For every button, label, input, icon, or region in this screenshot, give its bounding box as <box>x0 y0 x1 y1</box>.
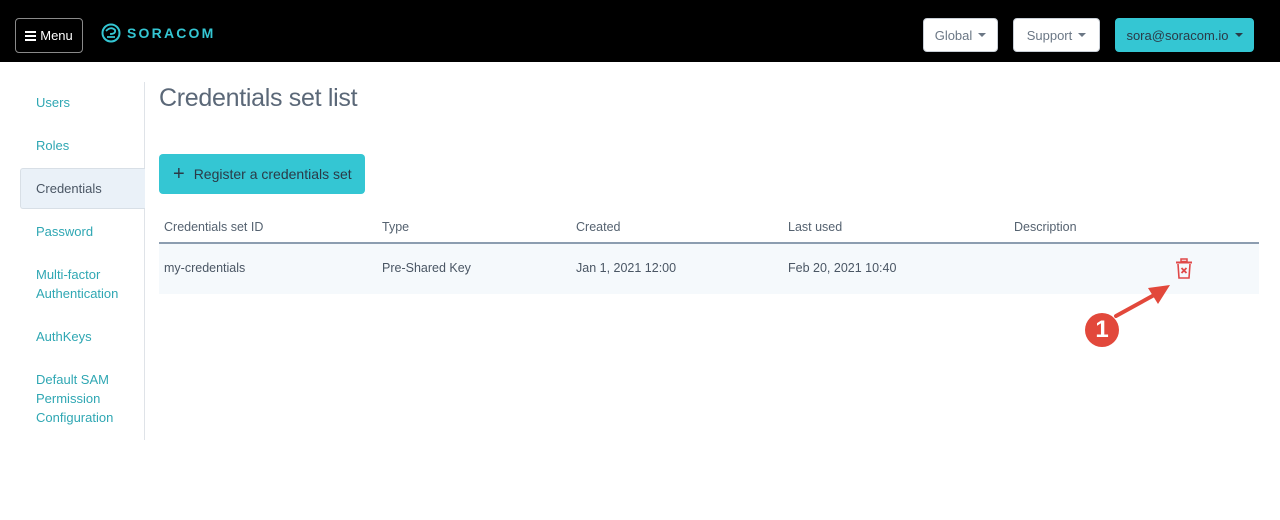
sidebar-item-label: Permission <box>36 391 101 406</box>
sidebar-item-label: Default SAM <box>36 372 109 387</box>
delete-credentials-button[interactable] <box>1175 258 1193 280</box>
sidebar-item-label: Configuration <box>36 410 114 425</box>
table-header: Credentials set ID Type Created Last use… <box>159 212 1259 244</box>
sidebar-item-label: Multi-factor <box>36 267 101 282</box>
annotation-badge: 1 <box>1085 313 1119 347</box>
support-label: Support <box>1026 27 1073 43</box>
logo-text: SORACOM <box>127 25 216 41</box>
sidebar-item-multi-factor-authentication[interactable]: Multi-factor Authentication <box>20 265 145 303</box>
sidebar-item-credentials[interactable]: Credentials <box>20 168 145 209</box>
column-header-created[interactable]: Created <box>576 220 620 234</box>
sidebar-item-password[interactable]: Password <box>20 222 145 241</box>
cell-credentials-id: my-credentials <box>164 261 246 275</box>
register-credentials-set-button[interactable]: + Register a credentials set <box>159 154 365 194</box>
sidebar: Users Roles Credentials Password Multi-f… <box>20 82 145 440</box>
hamburger-icon <box>25 30 37 41</box>
cell-last-used: Feb 20, 2021 10:40 <box>788 261 897 275</box>
support-dropdown[interactable]: Support <box>1013 18 1100 52</box>
top-navbar: Menu SORACOM Global Support sora@soracom… <box>0 0 1280 62</box>
sidebar-item-roles[interactable]: Roles <box>20 136 145 155</box>
column-header-type[interactable]: Type <box>382 220 409 234</box>
caret-down-icon <box>1234 33 1243 37</box>
menu-label: Menu <box>40 28 73 43</box>
soracom-logo-icon <box>101 23 121 43</box>
sidebar-item-authkeys[interactable]: AuthKeys <box>20 327 145 346</box>
sidebar-item-users[interactable]: Users <box>20 93 145 112</box>
coverage-dropdown[interactable]: Global <box>923 18 998 52</box>
cell-created: Jan 1, 2021 12:00 <box>576 261 677 275</box>
column-header-id[interactable]: Credentials set ID <box>164 220 263 234</box>
caret-down-icon <box>978 33 987 37</box>
menu-button[interactable]: Menu <box>15 18 83 53</box>
user-email: sora@soracom.io <box>1126 27 1229 43</box>
coverage-label: Global <box>934 27 973 43</box>
register-button-label: Register a credentials set <box>193 166 352 182</box>
column-header-last-used[interactable]: Last used <box>788 220 842 234</box>
plus-icon: + <box>173 163 185 185</box>
page-title: Credentials set list <box>159 84 358 112</box>
column-header-description[interactable]: Description <box>1014 220 1077 234</box>
cell-type: Pre-Shared Key <box>382 261 471 275</box>
sidebar-item-default-sam-permission[interactable]: Default SAM Permission Configuration <box>20 370 145 427</box>
soracom-logo[interactable]: SORACOM <box>101 23 216 43</box>
caret-down-icon <box>1078 33 1087 37</box>
user-account-dropdown[interactable]: sora@soracom.io <box>1115 18 1254 52</box>
trash-icon <box>1176 258 1192 279</box>
sidebar-item-label: Authentication <box>36 286 119 301</box>
